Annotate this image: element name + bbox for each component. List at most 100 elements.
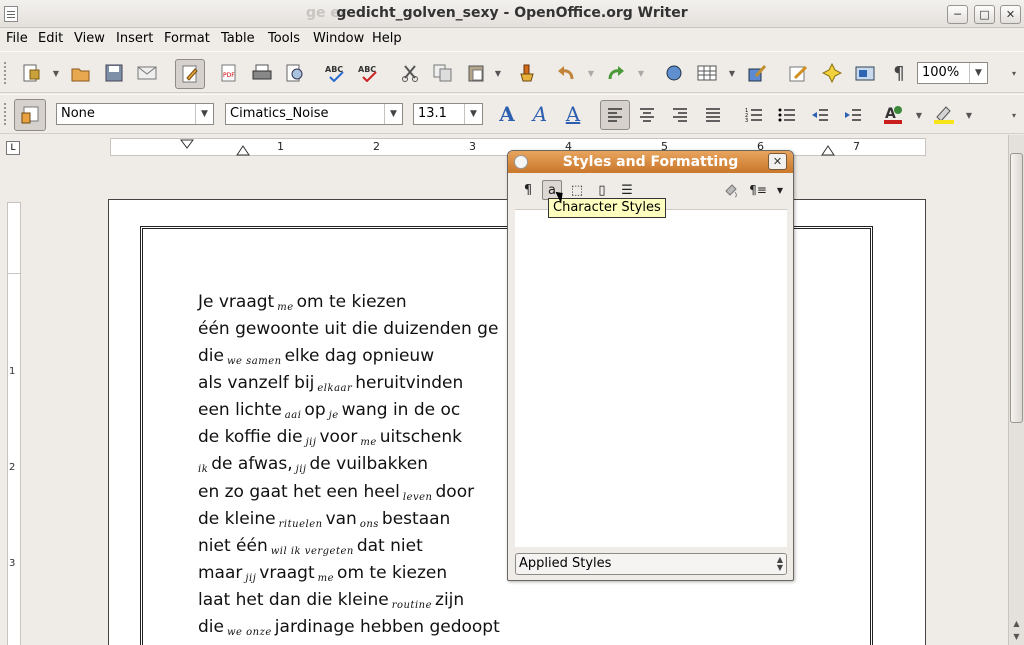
redo-dropdown-arrow[interactable]: ▼ — [636, 60, 646, 86]
formatting-marks-icon[interactable]: ¶ — [886, 60, 912, 86]
maximize-button[interactable]: □ — [974, 5, 995, 24]
undo-dropdown-arrow[interactable]: ▼ — [586, 60, 596, 86]
poem-line[interactable]: niet één wil ik vergeten dat niet — [198, 536, 423, 557]
cut-icon[interactable] — [397, 60, 423, 86]
toolbar-overflow-arrow[interactable]: ▾ — [1009, 60, 1019, 86]
email-icon[interactable] — [134, 60, 160, 86]
align-left-icon[interactable] — [600, 100, 630, 130]
edit-file-icon[interactable] — [175, 59, 205, 89]
poem-line[interactable]: laat het dan die kleine routine zijn — [198, 590, 464, 611]
table-dropdown-arrow[interactable]: ▼ — [727, 60, 737, 86]
menu-tools[interactable]: Tools — [268, 31, 300, 46]
poem-line[interactable]: die we samen elke dag opnieuw — [198, 346, 434, 367]
hyperlink-icon[interactable] — [661, 60, 687, 86]
poem-line[interactable]: een lichte aai op je wang in de oc — [198, 400, 460, 421]
paragraph-style-dropdown-arrow[interactable]: ▼ — [195, 104, 213, 124]
print-icon[interactable] — [249, 60, 275, 86]
poem-line[interactable]: de kleine rituelen van ons bestaan — [198, 509, 450, 530]
justify-icon[interactable] — [700, 102, 726, 128]
new-style-dropdown-arrow[interactable]: ▼ — [770, 180, 790, 200]
save-icon[interactable] — [101, 60, 127, 86]
scrollbar-thumb[interactable] — [1010, 153, 1023, 423]
frame-styles-icon[interactable]: ⬚ — [567, 180, 587, 200]
close-button[interactable]: ✕ — [1000, 5, 1021, 24]
vertical-scrollbar[interactable]: ▲ ▼ — [1008, 135, 1024, 645]
style-filter-select[interactable]: Applied Styles ▲ ▼ — [515, 553, 787, 575]
scroll-up-arrow[interactable]: ▲ — [1010, 619, 1023, 633]
scroll-down-arrow[interactable]: ▼ — [1010, 632, 1023, 645]
poem-line[interactable]: maar jij vraagt me om te kiezen — [198, 563, 447, 584]
table-icon[interactable] — [694, 60, 720, 86]
bullets-icon[interactable] — [774, 102, 800, 128]
toolbar-grip[interactable] — [4, 62, 8, 84]
vertical-ruler[interactable]: 1 2 3 — [4, 160, 22, 645]
page-preview-icon[interactable] — [282, 60, 308, 86]
styles-list[interactable] — [515, 209, 787, 547]
paste-icon[interactable] — [463, 60, 489, 86]
clone-formatting-icon[interactable] — [514, 60, 540, 86]
font-color-icon[interactable]: A — [880, 102, 906, 128]
highlighting-icon[interactable] — [931, 102, 957, 128]
first-line-indent-marker[interactable] — [180, 139, 194, 157]
bold-button[interactable]: A — [494, 101, 520, 127]
font-size-select[interactable]: 13.1 ▼ — [413, 103, 483, 125]
poem-line[interactable]: ik de afwas, jij de vuilbakken — [198, 454, 428, 475]
tab-stop-type-button[interactable]: L — [6, 141, 20, 155]
font-size-dropdown-arrow[interactable]: ▼ — [464, 104, 482, 124]
find-replace-icon[interactable] — [786, 60, 812, 86]
poem-line[interactable]: één gewoonte uit die duizenden ge — [198, 319, 498, 339]
panel-close-button[interactable]: ✕ — [768, 153, 787, 170]
fill-format-icon[interactable] — [721, 180, 741, 200]
paste-dropdown-arrow[interactable]: ▼ — [493, 60, 503, 86]
poem-line[interactable]: als vanzelf bij elkaar heruitvinden — [198, 373, 463, 394]
zoom-field[interactable]: 100% ▼ — [917, 62, 988, 84]
italic-button[interactable]: A — [527, 101, 553, 127]
numbering-icon[interactable]: 123 — [741, 102, 767, 128]
decrease-indent-icon[interactable] — [807, 102, 833, 128]
menu-insert[interactable]: Insert — [116, 31, 153, 46]
poem-line[interactable]: die we onze jardinage hebben gedoopt — [198, 617, 500, 638]
navigator-icon[interactable] — [819, 60, 845, 86]
autospellcheck-icon[interactable]: ABC — [356, 60, 382, 86]
highlighting-dropdown-arrow[interactable]: ▼ — [964, 102, 974, 128]
zoom-dropdown-arrow[interactable]: ▼ — [969, 63, 987, 83]
new-style-from-selection-icon[interactable]: ¶≡ — [745, 180, 771, 200]
font-name-dropdown-arrow[interactable]: ▼ — [384, 104, 402, 124]
menu-edit[interactable]: Edit — [38, 31, 63, 46]
menu-view[interactable]: View — [74, 31, 105, 46]
poem-line[interactable]: en zo gaat het een heel leven door — [198, 482, 474, 503]
menu-format[interactable]: Format — [164, 31, 210, 46]
new-document-icon[interactable] — [18, 60, 44, 86]
menu-window[interactable]: Window — [313, 31, 364, 46]
list-styles-icon[interactable]: ☰ — [617, 180, 637, 200]
gallery-icon[interactable] — [852, 60, 878, 86]
paragraph-styles-icon[interactable]: ¶ — [518, 180, 538, 200]
toolbar-grip[interactable] — [4, 103, 8, 125]
underline-button[interactable]: A — [560, 101, 586, 127]
align-right-icon[interactable] — [667, 102, 693, 128]
export-pdf-icon[interactable]: PDF — [216, 60, 242, 86]
panel-menu-icon[interactable] — [514, 155, 528, 169]
panel-title-bar[interactable]: Styles and Formatting ✕ — [508, 151, 793, 173]
new-dropdown-arrow[interactable]: ▼ — [51, 60, 61, 86]
font-color-dropdown-arrow[interactable]: ▼ — [914, 102, 924, 128]
poem-line[interactable]: Je vraagt me om te kiezen — [198, 292, 407, 313]
poem-line[interactable]: de koffie die jij voor me uitschenk — [198, 427, 462, 448]
paragraph-style-select[interactable]: None ▼ — [56, 103, 214, 125]
open-folder-icon[interactable] — [68, 60, 94, 86]
show-draw-functions-icon[interactable] — [745, 60, 771, 86]
menu-file[interactable]: File — [6, 31, 28, 46]
increase-indent-icon[interactable] — [840, 102, 866, 128]
menu-table[interactable]: Table — [221, 31, 255, 46]
redo-icon[interactable] — [603, 60, 629, 86]
right-indent-marker[interactable] — [821, 145, 835, 157]
copy-icon[interactable] — [430, 60, 456, 86]
left-indent-marker[interactable] — [236, 145, 250, 157]
page-styles-icon[interactable]: ▯ — [592, 180, 612, 200]
style-filter-spin-arrows[interactable]: ▲ ▼ — [777, 556, 783, 572]
align-center-icon[interactable] — [634, 102, 660, 128]
minimize-button[interactable]: ─ — [947, 5, 968, 24]
undo-icon[interactable] — [553, 60, 579, 86]
toolbar-overflow-arrow[interactable]: ▾ — [1009, 102, 1019, 128]
font-name-select[interactable]: Cimatics_Noise ▼ — [225, 103, 403, 125]
